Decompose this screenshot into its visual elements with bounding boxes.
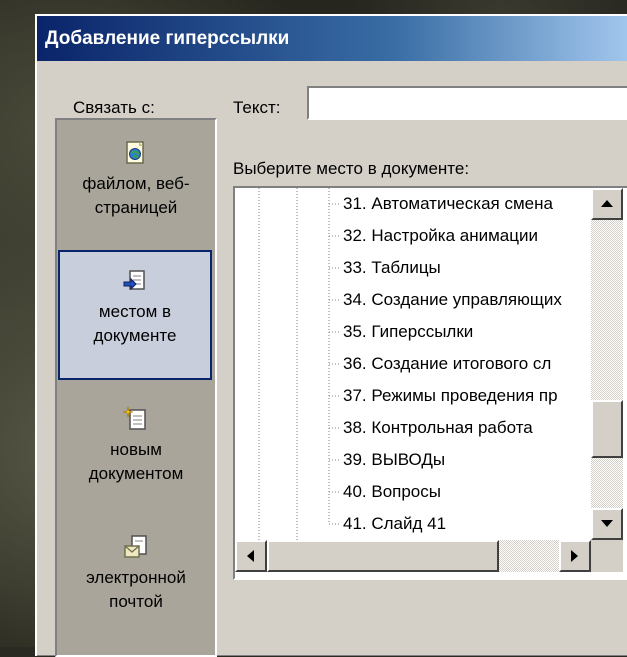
tree-item[interactable]: 39. ВЫВОДы bbox=[343, 444, 571, 476]
link-to-new-document-button[interactable]: новым документом bbox=[57, 406, 215, 486]
dialog-title: Добавление гиперссылки bbox=[37, 16, 627, 61]
text-label: Текст: bbox=[233, 98, 281, 117]
tree-item[interactable]: 34. Создание управляющих bbox=[343, 284, 571, 316]
link-to-email-line1: электронной bbox=[86, 568, 186, 587]
arrow-up-icon bbox=[601, 200, 613, 207]
link-to-email-button[interactable]: электронной почтой bbox=[57, 534, 215, 614]
place-in-document-icon bbox=[123, 270, 145, 291]
vertical-scrollbar[interactable] bbox=[591, 188, 623, 540]
arrow-down-icon bbox=[601, 520, 613, 527]
scroll-up-button[interactable] bbox=[591, 188, 623, 220]
link-to-place-in-document-button[interactable]: местом в документе bbox=[58, 250, 212, 380]
link-to-new-document-line2: документом bbox=[88, 464, 184, 483]
scroll-right-button[interactable] bbox=[559, 540, 591, 572]
link-to-place-line1: местом в bbox=[98, 302, 172, 321]
arrow-right-icon bbox=[571, 550, 578, 562]
email-icon bbox=[124, 535, 147, 558]
link-to-place-line2: документе bbox=[93, 326, 177, 345]
tree-item[interactable]: 36. Создание итогового сл bbox=[343, 348, 571, 380]
text-input[interactable] bbox=[307, 86, 627, 120]
tree-item[interactable]: 37. Режимы проведения пр bbox=[343, 380, 571, 412]
select-place-label: Выберите место в документе: bbox=[233, 159, 470, 178]
document-place-tree[interactable]: 31. Автоматическая смена 32. Настройка а… bbox=[233, 186, 627, 580]
link-to-label: Связать с: bbox=[73, 98, 155, 117]
insert-hyperlink-dialog: Добавление гиперссылки Связать с: файлом… bbox=[35, 14, 627, 657]
tree-item[interactable]: 33. Таблицы bbox=[343, 252, 571, 284]
tree-item[interactable]: 41. Слайд 41 bbox=[343, 508, 571, 540]
link-to-web-page-line2: страницей bbox=[94, 198, 178, 217]
link-to-web-page-line1: файлом, веб- bbox=[82, 174, 190, 193]
tree-item[interactable]: 32. Настройка анимации bbox=[343, 220, 571, 252]
link-to-email-line2: почтой bbox=[109, 592, 163, 611]
tree-item[interactable]: 38. Контрольная работа bbox=[343, 412, 571, 444]
tree-item[interactable]: 31. Автоматическая смена bbox=[343, 188, 571, 220]
tree-item[interactable]: 40. Вопросы bbox=[343, 476, 571, 508]
horizontal-scrollbar[interactable] bbox=[235, 540, 591, 572]
scrollbar-corner bbox=[591, 540, 623, 572]
new-document-icon bbox=[123, 406, 146, 430]
vertical-scroll-thumb[interactable] bbox=[591, 400, 623, 458]
arrow-left-icon bbox=[247, 550, 254, 562]
link-to-panel: файлом, веб- страницей местом в документ… bbox=[55, 118, 217, 657]
scroll-left-button[interactable] bbox=[235, 540, 267, 572]
web-page-icon bbox=[126, 141, 144, 164]
link-to-web-page-button[interactable]: файлом, веб- страницей bbox=[57, 140, 215, 220]
tree-item[interactable]: 35. Гиперссылки bbox=[343, 316, 571, 348]
scroll-down-button[interactable] bbox=[591, 508, 623, 540]
horizontal-scroll-thumb[interactable] bbox=[267, 540, 499, 572]
link-to-new-document-line1: новым bbox=[110, 440, 162, 459]
